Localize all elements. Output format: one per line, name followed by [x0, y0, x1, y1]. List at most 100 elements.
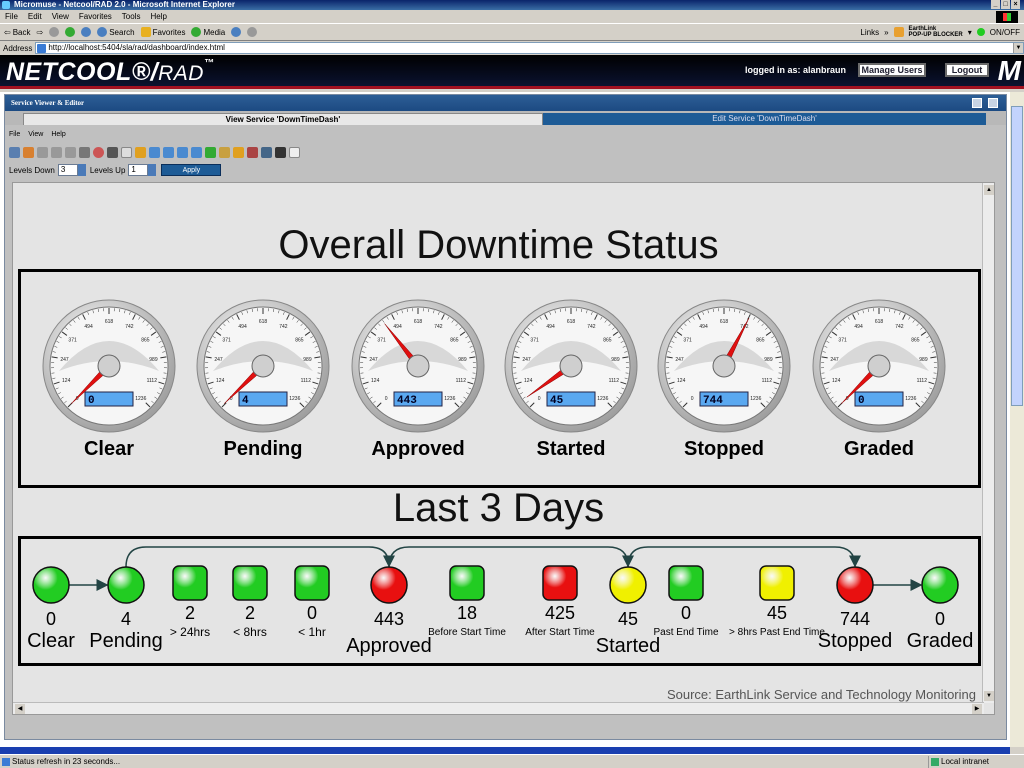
chevron-right-icon[interactable]: »	[884, 28, 888, 37]
inner-menu-file[interactable]: File	[9, 131, 20, 141]
gauge-tick-label: 618	[875, 319, 884, 325]
flow-sub-label: > 24hrs	[169, 625, 211, 639]
tab-edit-service[interactable]: Edit Service 'DownTimeDash'	[543, 113, 986, 125]
menu-edit[interactable]: Edit	[28, 12, 42, 21]
home-icon[interactable]	[81, 27, 92, 37]
apply-button[interactable]: Apply	[161, 164, 222, 176]
maximize-icon[interactable]: □	[1001, 0, 1010, 9]
paste-icon[interactable]	[65, 146, 76, 158]
refresh-icon[interactable]	[65, 27, 76, 37]
address-url: http://localhost:5404/sla/rad/dashboard/…	[48, 43, 225, 52]
mail-icon[interactable]	[247, 27, 258, 37]
flow-stage-name: Graded	[906, 630, 974, 652]
gauge-tick-label: 618	[414, 319, 423, 325]
dashboard-subtitle: Last 3 Days	[392, 486, 605, 530]
search-icon	[97, 27, 108, 37]
dashboard-title: Overall Downtime Status	[278, 223, 719, 267]
links-label[interactable]: Links	[860, 28, 879, 37]
tab-view-service[interactable]: View Service 'DownTimeDash'	[23, 113, 543, 125]
gauge-hub	[712, 354, 736, 378]
help-icon[interactable]	[289, 146, 300, 158]
history-icon[interactable]	[231, 27, 242, 37]
zoom-out-icon[interactable]	[163, 146, 174, 158]
gauge-tick-label: 1236	[444, 396, 455, 402]
manage-users-button[interactable]: Manage Users	[858, 63, 926, 77]
scroll-left-icon[interactable]: ◀	[15, 704, 25, 714]
open-icon[interactable]	[23, 146, 34, 158]
logout-button[interactable]: Logout	[945, 63, 989, 77]
menu-view[interactable]: View	[52, 12, 69, 21]
gauge-tick-label: 1112	[609, 378, 620, 384]
zoom-in-icon[interactable]	[149, 146, 160, 158]
micromuse-logo: M	[997, 55, 1021, 86]
image-icon[interactable]	[275, 146, 286, 158]
dashboard-vertical-scrollbar[interactable]: ▲ ▼	[982, 183, 994, 703]
inner-menu-help[interactable]: Help	[51, 131, 65, 141]
users-icon[interactable]	[233, 146, 244, 158]
grid-icon[interactable]	[107, 146, 118, 158]
cut-icon[interactable]	[37, 146, 48, 158]
window-scrollbar[interactable]	[1010, 92, 1024, 747]
gauge-tick-label: 1236	[135, 396, 146, 402]
zoom-actual-icon[interactable]	[191, 146, 202, 158]
dashboard-horizontal-scrollbar[interactable]: ◀ ▶	[13, 702, 984, 714]
menu-help[interactable]: Help	[150, 12, 166, 21]
flow-value: 2	[184, 603, 196, 623]
delete-icon[interactable]	[79, 146, 90, 158]
scroll-up-icon[interactable]: ▲	[984, 185, 994, 195]
inner-menu-view[interactable]: View	[28, 131, 43, 141]
gauge-tick-label: 371	[530, 338, 539, 344]
address-dropdown-icon[interactable]: ▼	[1013, 43, 1023, 53]
window-scroll-thumb[interactable]	[1011, 106, 1023, 406]
save-icon[interactable]	[9, 146, 20, 158]
favorites-icon	[140, 27, 151, 37]
favorites-button[interactable]: Favorites	[140, 27, 185, 37]
close-icon[interactable]: ×	[1011, 0, 1020, 9]
gauge-tick-label: 494	[238, 324, 247, 330]
zoom-fit-icon[interactable]	[177, 146, 188, 158]
menu-tools[interactable]: Tools	[122, 12, 141, 21]
layout-icon[interactable]	[219, 146, 230, 158]
pane-refresh-icon[interactable]	[988, 98, 998, 108]
pan-icon[interactable]	[135, 146, 146, 158]
search-button[interactable]: Search	[97, 27, 135, 37]
properties-icon[interactable]	[93, 146, 104, 158]
gauge-dial: 0124247371494618742865989111212360	[812, 299, 946, 433]
gauge-tick-label: 865	[450, 338, 459, 344]
popup-blocker[interactable]: EarthLink POP-UP BLOCKER	[909, 26, 963, 38]
copy-icon[interactable]	[51, 146, 62, 158]
window-controls: _ □ ×	[991, 0, 1020, 9]
stop-icon[interactable]	[49, 27, 60, 37]
gauge-value: 45	[550, 395, 564, 407]
editor-toolbar	[9, 145, 300, 159]
forward-button[interactable]: ⇨	[37, 28, 44, 37]
flow-sub-label: > 8hrs Past End Time	[729, 627, 825, 638]
scroll-right-icon[interactable]: ▶	[972, 704, 982, 714]
select-icon[interactable]	[121, 146, 132, 158]
menu-file[interactable]: File	[5, 12, 18, 21]
gauge-label: Stopped	[684, 438, 764, 460]
address-input[interactable]: http://localhost:5404/sla/rad/dashboard/…	[35, 42, 1024, 54]
levels-down-stepper[interactable]: 3	[57, 164, 86, 176]
gauge-hub	[251, 354, 275, 378]
gauge-graded: 0124247371494618742865989111212360Graded	[809, 296, 949, 461]
gauge-tick-label: 247	[522, 357, 531, 363]
scroll-down-icon[interactable]: ▼	[984, 691, 994, 701]
chevron-down-icon[interactable]: ▾	[968, 28, 972, 37]
minimize-icon[interactable]: _	[991, 0, 1000, 9]
back-button[interactable]: ⇦ Back	[4, 28, 31, 37]
gauge-tick-label: 1112	[762, 378, 773, 384]
flow-node-square	[668, 565, 704, 601]
gauge-tick-label: 989	[458, 357, 467, 363]
export-icon[interactable]	[261, 146, 272, 158]
on-off-toggle[interactable]: ON/OFF	[990, 28, 1020, 37]
expand-icon[interactable]	[205, 146, 216, 158]
flow-sub-label: < 1hr	[298, 625, 326, 639]
media-button[interactable]: Media	[191, 27, 225, 37]
levels-up-stepper[interactable]: 1	[128, 164, 157, 176]
report-icon[interactable]	[247, 146, 258, 158]
media-icon	[191, 27, 202, 37]
source-note: Source: EarthLink Service and Technology…	[666, 687, 976, 702]
pane-menu-icon[interactable]	[972, 98, 982, 108]
menu-favorites[interactable]: Favorites	[79, 12, 112, 21]
